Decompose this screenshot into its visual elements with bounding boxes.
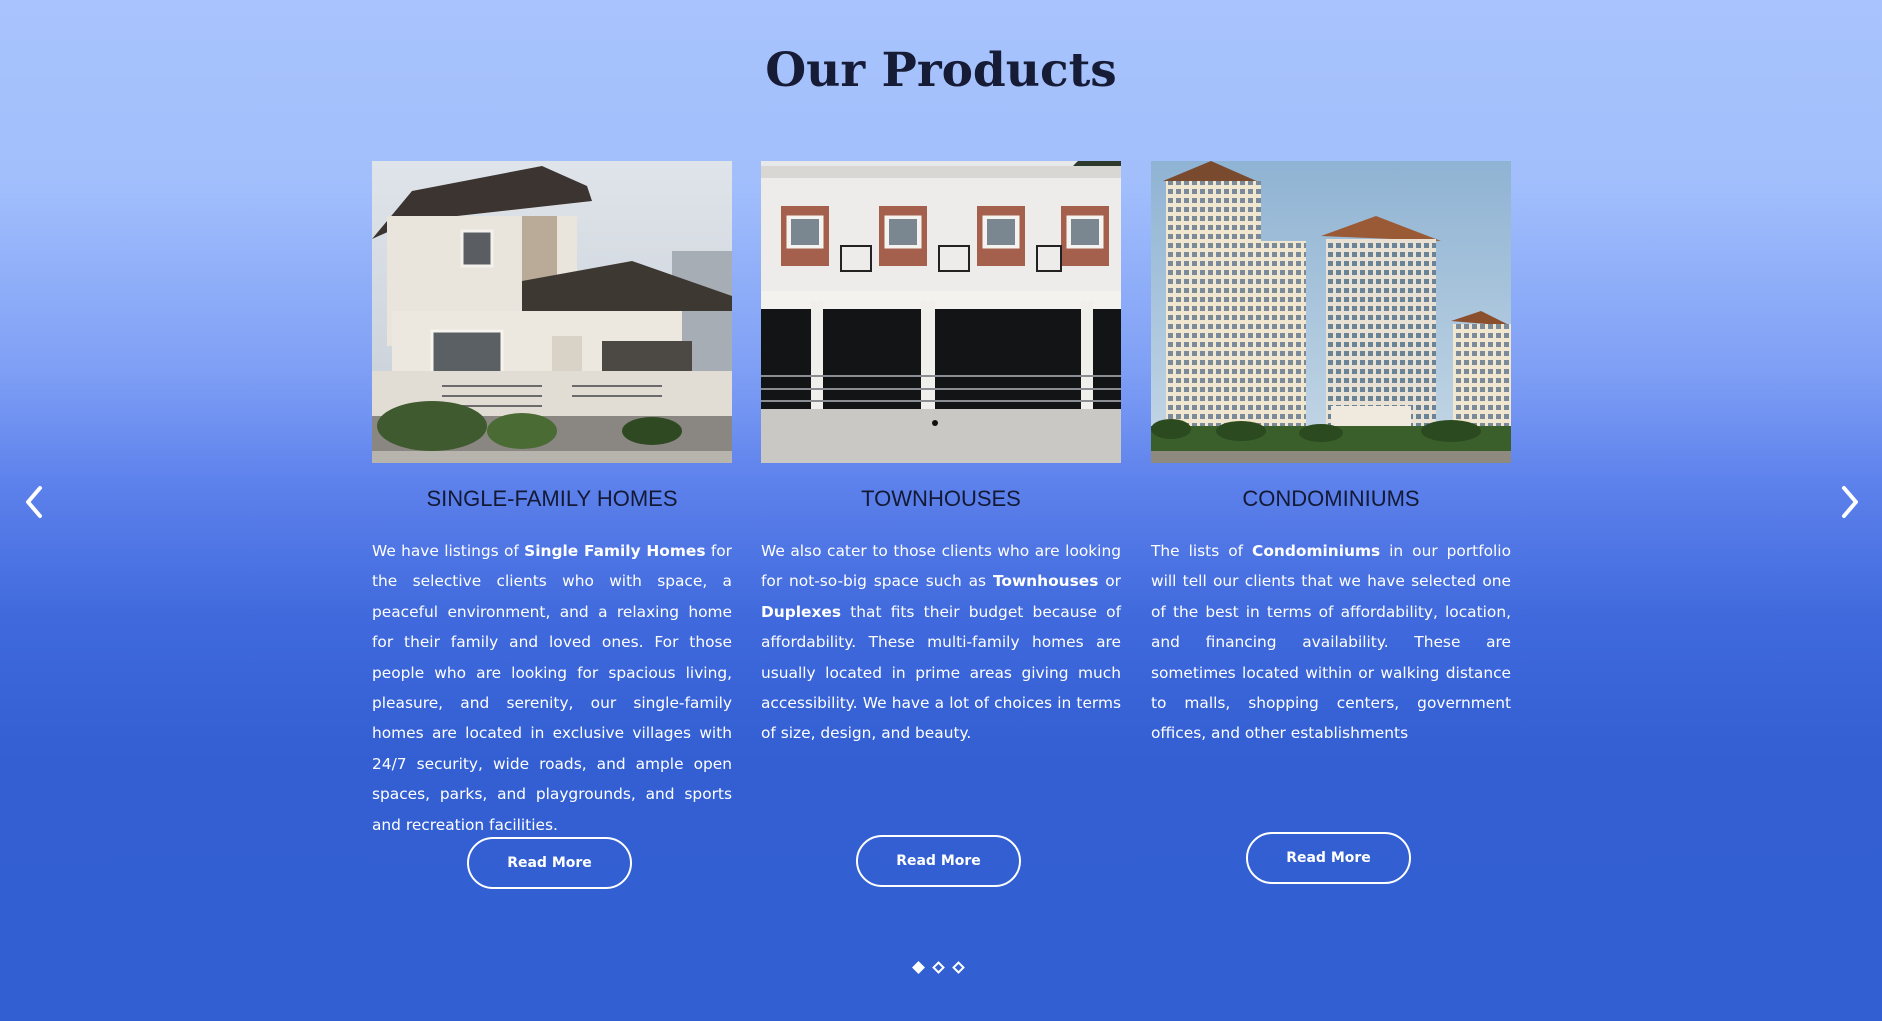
read-more-button[interactable]: Read More: [467, 837, 632, 889]
description-text: for the selective clients who with space…: [372, 542, 732, 834]
carousel-dot[interactable]: [952, 961, 965, 974]
card-title: SINGLE-FAMILY HOMES: [426, 486, 678, 511]
card-description: The lists of Condominiums in our portfol…: [1151, 536, 1511, 749]
carousel-prev-button[interactable]: [20, 482, 50, 522]
card-title: CONDOMINIUMS: [1242, 486, 1420, 511]
read-more-button[interactable]: Read More: [1246, 832, 1411, 884]
townhouses-photo[interactable]: [761, 161, 1121, 463]
product-card-townhouses: TOWNHOUSES We also cater to those client…: [761, 161, 1121, 887]
chevron-right-icon: [1842, 486, 1858, 518]
description-highlight: Townhouses: [992, 572, 1099, 591]
description-highlight: Duplexes: [761, 602, 841, 621]
card-title: TOWNHOUSES: [861, 486, 1021, 511]
condominiums-photo[interactable]: [1151, 161, 1511, 463]
description-text: that fits their budget because of afford…: [761, 602, 1121, 743]
description-text: We have listings of: [372, 542, 525, 560]
product-card-single-family: SINGLE-FAMILY HOMES We have listings of …: [372, 161, 732, 889]
product-card-condominiums: CONDOMINIUMS The lists of Condominiums i…: [1151, 161, 1511, 884]
description-text: The lists of: [1151, 542, 1253, 560]
carousel-dot[interactable]: [932, 961, 945, 974]
read-more-button[interactable]: Read More: [856, 835, 1021, 887]
description-highlight: Single Family Homes: [524, 542, 706, 560]
card-description: We also cater to those clients who are l…: [761, 536, 1121, 749]
carousel-next-button[interactable]: [1834, 482, 1864, 522]
description-text: in our portfolio will tell our clients t…: [1151, 542, 1512, 743]
section-title: Our Products: [765, 43, 1117, 98]
description-highlight: Condominiums: [1252, 542, 1381, 560]
card-description: We have listings of Single Family Homes …: [372, 536, 732, 840]
single-family-home-photo[interactable]: [372, 161, 732, 463]
chevron-left-icon: [26, 486, 42, 518]
description-text: or: [1098, 572, 1122, 591]
carousel-pagination: [912, 961, 970, 977]
carousel-dot[interactable]: [912, 961, 925, 974]
